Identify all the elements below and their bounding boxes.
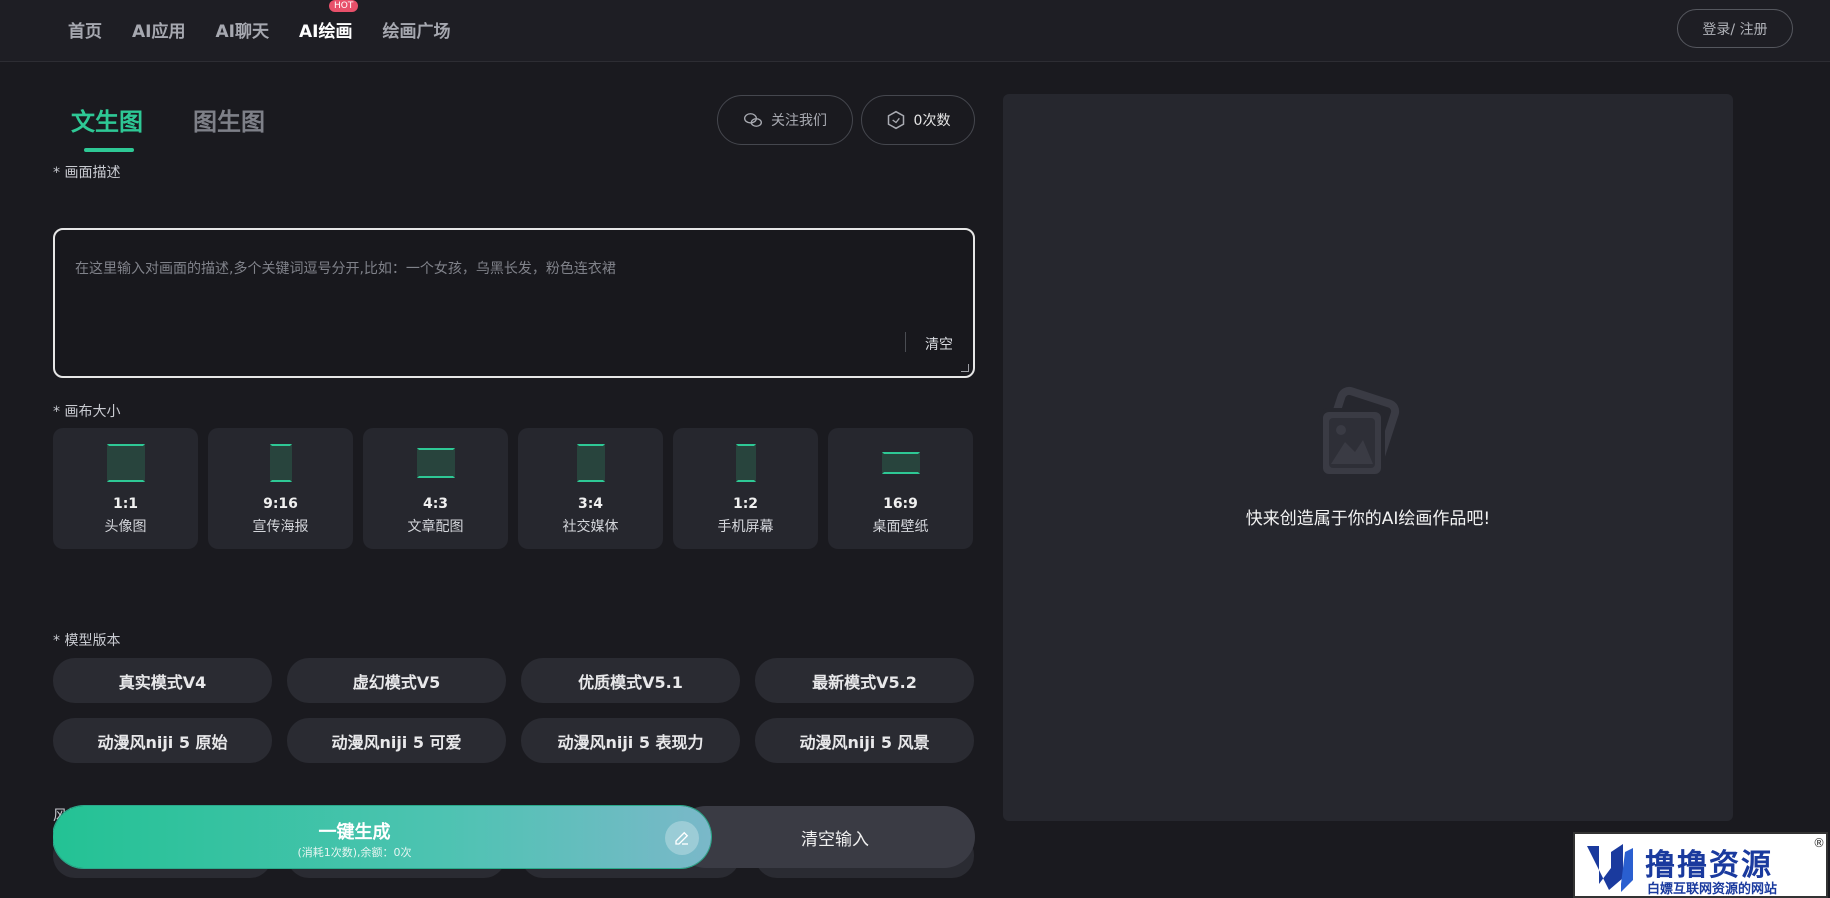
edit-icon[interactable] bbox=[665, 821, 699, 855]
size-option-4-3[interactable]: 4:3 文章配图 bbox=[363, 428, 508, 549]
model-version-label: * 模型版本 bbox=[53, 633, 121, 649]
usage-count-label: 0次数 bbox=[913, 113, 951, 129]
prompt-input[interactable]: 在这里输入对画面的描述,多个关键词逗号分开,比如：一个女孩，乌黑长发，粉色连衣裙… bbox=[53, 228, 975, 378]
size-ratio: 4:3 bbox=[422, 496, 449, 512]
watermark-subtitle: 白嫖互联网资源的网站 bbox=[1647, 882, 1778, 897]
bottom-strip bbox=[0, 880, 1830, 898]
model-option[interactable]: 优质模式V5.1 bbox=[521, 658, 740, 703]
size-name: 文章配图 bbox=[407, 519, 464, 535]
login-register-button[interactable]: 登录/ 注册 bbox=[1677, 9, 1793, 48]
generate-button[interactable]: 一键生成 (消耗1次数),余额：0次 bbox=[53, 806, 711, 868]
clear-input-button[interactable]: 清空输入 bbox=[675, 806, 975, 868]
size-name: 手机屏幕 bbox=[717, 519, 774, 535]
hot-badge: HOT bbox=[328, 0, 359, 12]
nav-ai-painting[interactable]: AI绘画 HOT bbox=[298, 0, 359, 42]
size-ratio: 9:16 bbox=[263, 496, 298, 512]
prompt-label: * 画面描述 bbox=[53, 165, 121, 181]
model-option[interactable]: 最新模式V5.2 bbox=[755, 658, 974, 703]
nav-ai-apps[interactable]: AI应用 bbox=[132, 17, 185, 42]
size-option-1-2[interactable]: 1:2 手机屏幕 bbox=[673, 428, 818, 549]
ratio-wide-icon bbox=[881, 452, 920, 474]
model-option[interactable]: 动漫风niji 5 表现力 bbox=[521, 718, 740, 763]
active-tab-indicator bbox=[84, 148, 134, 152]
size-name: 社交媒体 bbox=[562, 519, 619, 535]
hexagon-icon bbox=[887, 110, 904, 130]
ratio-square-icon bbox=[106, 444, 145, 482]
preview-panel: 快来创造属于你的AI绘画作品吧! bbox=[1003, 94, 1733, 821]
prompt-placeholder: 在这里输入对画面的描述,多个关键词逗号分开,比如：一个女孩，乌黑长发，粉色连衣裙 bbox=[75, 261, 616, 277]
mode-tabs: 文生图 图生图 bbox=[71, 102, 265, 137]
model-version-options: 真实模式V4 虚幻模式V5 优质模式V5.1 最新模式V5.2 动漫风niji … bbox=[53, 658, 975, 763]
clear-prompt-button[interactable]: 清空 bbox=[925, 334, 953, 354]
size-ratio: 3:4 bbox=[577, 496, 604, 512]
nav-gallery[interactable]: 绘画广场 bbox=[382, 17, 450, 42]
wechat-icon bbox=[744, 113, 762, 127]
top-navbar: 首页 AI应用 AI聊天 AI绘画 HOT 绘画广场 登录/ 注册 bbox=[0, 0, 1830, 62]
size-name: 宣传海报 bbox=[252, 519, 309, 535]
registered-mark: ® bbox=[1813, 836, 1825, 850]
size-option-1-1[interactable]: 1:1 头像图 bbox=[53, 428, 198, 549]
nav-home[interactable]: 首页 bbox=[68, 17, 102, 42]
tab-text-to-image[interactable]: 文生图 bbox=[71, 102, 143, 137]
size-ratio: 1:2 bbox=[732, 496, 759, 512]
watermark-logo-icon bbox=[1587, 844, 1633, 892]
tab-image-to-image[interactable]: 图生图 bbox=[193, 102, 265, 137]
empty-image-icon bbox=[1319, 386, 1400, 478]
resize-grip-icon[interactable] bbox=[961, 364, 969, 372]
ratio-landscape-icon bbox=[416, 448, 455, 478]
size-name: 头像图 bbox=[104, 519, 147, 535]
ratio-portrait-icon bbox=[576, 444, 605, 482]
size-name: 桌面壁纸 bbox=[872, 519, 929, 535]
watermark-logo: 撸撸资源 白嫖互联网资源的网站 ® bbox=[1573, 832, 1828, 898]
canvas-size-options: 1:1 头像图 9:16 宣传海报 4:3 文章配图 3:4 社交媒体 1:2 … bbox=[53, 428, 975, 549]
generate-cost: (消耗1次数),余额：0次 bbox=[297, 846, 412, 859]
size-ratio: 1:1 bbox=[112, 496, 139, 512]
generator-panel: 文生图 图生图 关注我们 0次数 * 画面描述 在这里输入对画面的描述,多个关键… bbox=[53, 62, 975, 898]
nav-ai-chat[interactable]: AI聊天 bbox=[215, 17, 268, 42]
ratio-tall-icon bbox=[735, 444, 756, 482]
usage-count-button[interactable]: 0次数 bbox=[861, 95, 975, 145]
empty-preview-text: 快来创造属于你的AI绘画作品吧! bbox=[1245, 509, 1491, 529]
nav-ai-painting-label: AI绘画 bbox=[298, 21, 353, 42]
model-option[interactable]: 真实模式V4 bbox=[53, 658, 272, 703]
model-option[interactable]: 动漫风niji 5 可爱 bbox=[287, 718, 506, 763]
ratio-portrait-icon bbox=[269, 444, 292, 482]
size-option-9-16[interactable]: 9:16 宣传海报 bbox=[208, 428, 353, 549]
size-option-3-4[interactable]: 3:4 社交媒体 bbox=[518, 428, 663, 549]
canvas-size-label: * 画布大小 bbox=[53, 404, 121, 420]
generate-title: 一键生成 bbox=[318, 822, 391, 843]
clear-divider bbox=[905, 332, 906, 352]
size-ratio: 16:9 bbox=[883, 496, 918, 512]
model-option[interactable]: 虚幻模式V5 bbox=[287, 658, 506, 703]
follow-us-label: 关注我们 bbox=[771, 113, 827, 129]
size-option-16-9[interactable]: 16:9 桌面壁纸 bbox=[828, 428, 973, 549]
model-option[interactable]: 动漫风niji 5 风景 bbox=[755, 718, 974, 763]
main-nav: 首页 AI应用 AI聊天 AI绘画 HOT 绘画广场 bbox=[68, 0, 450, 58]
model-option[interactable]: 动漫风niji 5 原始 bbox=[53, 718, 272, 763]
follow-us-button[interactable]: 关注我们 bbox=[717, 95, 853, 145]
